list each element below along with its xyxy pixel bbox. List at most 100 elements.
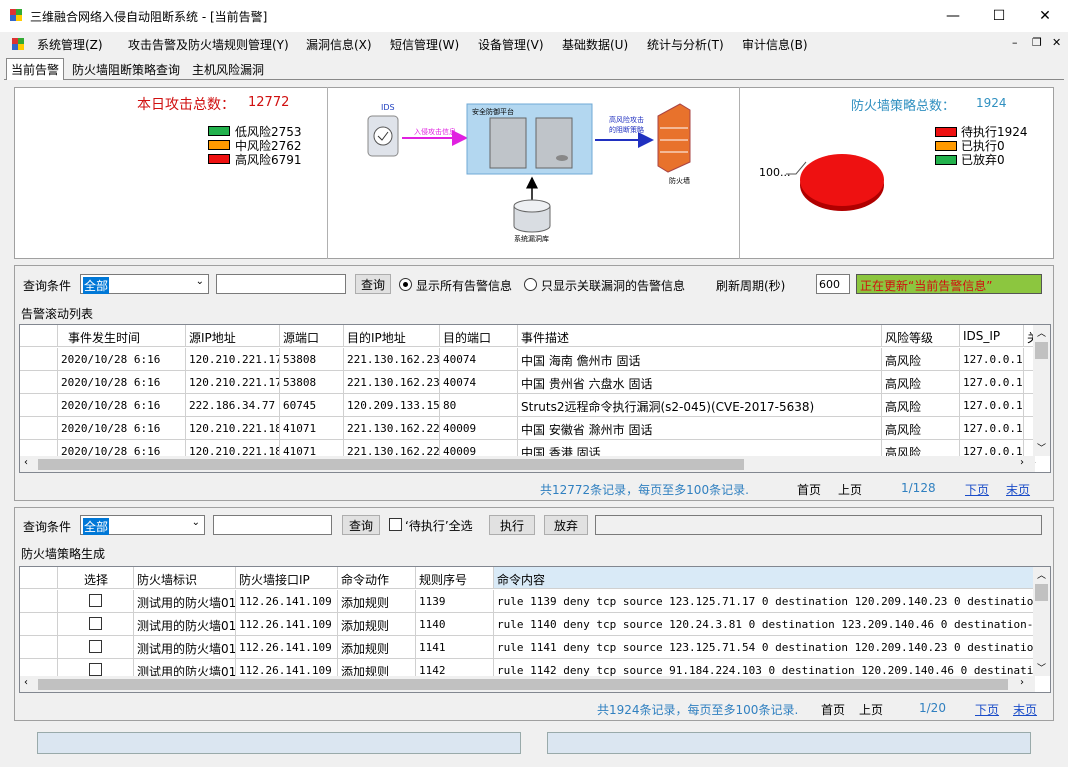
table-cell[interactable]: 添加规则 xyxy=(338,636,416,659)
table-cell[interactable]: 41071 xyxy=(280,417,344,440)
row-header[interactable] xyxy=(20,590,58,613)
table-cell[interactable]: 2020/10/28 6:16 xyxy=(58,371,186,394)
table-cell[interactable]: 测试用的防火墙01 xyxy=(134,590,236,613)
scroll-right-icon[interactable]: › xyxy=(1020,677,1024,688)
table-cell[interactable]: rule 1140 deny tcp source 120.24.3.81 0 … xyxy=(494,613,1035,636)
scroll-right-icon[interactable]: › xyxy=(1020,457,1024,468)
scroll-up-icon[interactable]: ︿ xyxy=(1037,326,1046,339)
select-checkbox-cell[interactable] xyxy=(58,590,134,613)
policy-last-page[interactable]: 末页 xyxy=(1013,701,1037,718)
vertical-scrollbar[interactable]: ︿ ﹀ xyxy=(1033,325,1050,456)
mdi-restore-button[interactable]: ❐ xyxy=(1032,36,1042,49)
table-cell[interactable]: 高风险 xyxy=(882,394,960,417)
column-header[interactable]: 选择 xyxy=(58,567,134,589)
horizontal-scrollbar[interactable]: ‹ › xyxy=(20,456,1035,472)
abandon-button[interactable]: 放弃 xyxy=(544,515,588,535)
policy-condition-select[interactable]: 全部 ⌄ xyxy=(80,515,205,535)
table-cell[interactable]: 2020/10/28 6:16 xyxy=(58,348,186,371)
column-header[interactable]: 事件发生时间 xyxy=(58,325,186,347)
column-header[interactable]: 规则序号 xyxy=(416,567,494,589)
table-cell[interactable]: 120.210.221.188 xyxy=(186,417,280,440)
alerts-next-page[interactable]: 下页 xyxy=(965,481,989,498)
table-cell[interactable]: 112.26.141.109 xyxy=(236,613,338,636)
table-cell[interactable]: 60745 xyxy=(280,394,344,417)
alerts-table[interactable]: 事件发生时间 源IP地址 源端口 目的IP地址 目的端口 事件描述 风险等级 I… xyxy=(19,324,1051,473)
table-cell[interactable]: 2020/10/28 6:16 xyxy=(58,417,186,440)
table-cell[interactable]: 127.0.0.1 xyxy=(960,417,1024,440)
column-header[interactable]: 事件描述 xyxy=(518,325,882,347)
column-header[interactable]: 命令内容 xyxy=(494,567,1035,589)
scroll-up-icon[interactable]: ︿ xyxy=(1037,568,1046,581)
table-cell[interactable]: 高风险 xyxy=(882,371,960,394)
row-checkbox[interactable] xyxy=(89,640,102,653)
policy-first-page[interactable]: 首页 xyxy=(821,701,845,718)
alerts-query-button[interactable]: 查询 xyxy=(355,274,391,294)
scroll-thumb[interactable] xyxy=(38,679,1008,690)
column-header[interactable]: 源端口 xyxy=(280,325,344,347)
table-cell[interactable]: rule 1141 deny tcp source 123.125.71.54 … xyxy=(494,636,1035,659)
alerts-condition-select[interactable]: 全部 ⌄ xyxy=(80,274,209,294)
table-cell[interactable]: 2020/10/28 6:16 xyxy=(58,394,186,417)
alerts-query-input[interactable] xyxy=(216,274,346,294)
mdi-app-icon[interactable] xyxy=(11,37,25,51)
table-cell[interactable]: 120.209.133.150 xyxy=(344,394,440,417)
column-header[interactable]: 源IP地址 xyxy=(186,325,280,347)
policy-query-button[interactable]: 查询 xyxy=(342,515,380,535)
table-cell[interactable]: 1140 xyxy=(416,613,494,636)
menu-system[interactable]: 系统管理(Z) xyxy=(37,36,103,53)
table-cell[interactable]: 添加规则 xyxy=(338,590,416,613)
tab-host-vulnerability[interactable]: 主机风险漏洞 xyxy=(188,59,268,79)
alerts-first-page[interactable]: 首页 xyxy=(797,481,821,498)
column-header[interactable]: IDS_IP xyxy=(960,325,1024,347)
policy-query-input[interactable] xyxy=(213,515,332,535)
row-header[interactable] xyxy=(20,371,58,394)
row-checkbox[interactable] xyxy=(89,617,102,630)
table-cell[interactable]: 112.26.141.109 xyxy=(236,636,338,659)
mdi-minimize-button[interactable]: – xyxy=(1012,36,1018,49)
table-cell[interactable]: 高风险 xyxy=(882,417,960,440)
table-cell[interactable]: 127.0.0.1 xyxy=(960,371,1024,394)
table-cell[interactable]: 中国 海南 儋州市 固话 xyxy=(518,348,882,371)
table-cell[interactable]: 53808 xyxy=(280,348,344,371)
maximize-button[interactable]: ☐ xyxy=(976,0,1022,32)
table-cell[interactable]: 40074 xyxy=(440,348,518,371)
scroll-thumb[interactable] xyxy=(38,459,744,470)
table-cell[interactable]: 1141 xyxy=(416,636,494,659)
column-header[interactable]: 防火墙标识 xyxy=(134,567,236,589)
table-cell[interactable]: rule 1139 deny tcp source 123.125.71.17 … xyxy=(494,590,1035,613)
table-cell[interactable]: 添加规则 xyxy=(338,613,416,636)
select-checkbox-cell[interactable] xyxy=(58,636,134,659)
row-checkbox[interactable] xyxy=(89,594,102,607)
table-cell[interactable]: Struts2远程命令执行漏洞(s2-045)(CVE-2017-5638) xyxy=(518,394,882,417)
table-cell[interactable]: 120.210.221.174 xyxy=(186,348,280,371)
menu-statistics[interactable]: 统计与分析(T) xyxy=(647,36,724,53)
scroll-down-icon[interactable]: ﹀ xyxy=(1037,661,1046,674)
column-header[interactable]: 目的IP地址 xyxy=(344,325,440,347)
menu-basic-data[interactable]: 基础数据(U) xyxy=(562,36,628,53)
scroll-thumb[interactable] xyxy=(1035,342,1048,359)
table-cell[interactable]: 中国 安徽省 滁州市 固话 xyxy=(518,417,882,440)
table-cell[interactable]: 53808 xyxy=(280,371,344,394)
table-cell[interactable]: 222.186.34.77 xyxy=(186,394,280,417)
row-checkbox[interactable] xyxy=(89,663,102,676)
table-cell[interactable]: 127.0.0.1 xyxy=(960,348,1024,371)
alerts-last-page[interactable]: 末页 xyxy=(1006,481,1030,498)
scroll-down-icon[interactable]: ﹀ xyxy=(1037,441,1046,454)
select-checkbox-cell[interactable] xyxy=(58,613,134,636)
table-cell[interactable]: 中国 贵州省 六盘水 固话 xyxy=(518,371,882,394)
table-cell[interactable]: 40074 xyxy=(440,371,518,394)
column-header[interactable]: 风险等级 xyxy=(882,325,960,347)
table-cell[interactable]: 1139 xyxy=(416,590,494,613)
menu-vulnerability[interactable]: 漏洞信息(X) xyxy=(306,36,372,53)
horizontal-scrollbar[interactable]: ‹ › xyxy=(20,676,1035,692)
table-cell[interactable]: 221.130.162.235 xyxy=(344,348,440,371)
table-cell[interactable]: 40009 xyxy=(440,417,518,440)
menu-sms[interactable]: 短信管理(W) xyxy=(390,36,459,53)
alerts-prev-page[interactable]: 上页 xyxy=(838,481,862,498)
row-header[interactable] xyxy=(20,417,58,440)
table-cell[interactable]: 120.210.221.174 xyxy=(186,371,280,394)
table-cell[interactable]: 127.0.0.1 xyxy=(960,394,1024,417)
table-cell[interactable]: 112.26.141.109 xyxy=(236,590,338,613)
column-header[interactable]: 防火墙接口IP xyxy=(236,567,338,589)
table-cell[interactable]: 221.130.162.227 xyxy=(344,417,440,440)
